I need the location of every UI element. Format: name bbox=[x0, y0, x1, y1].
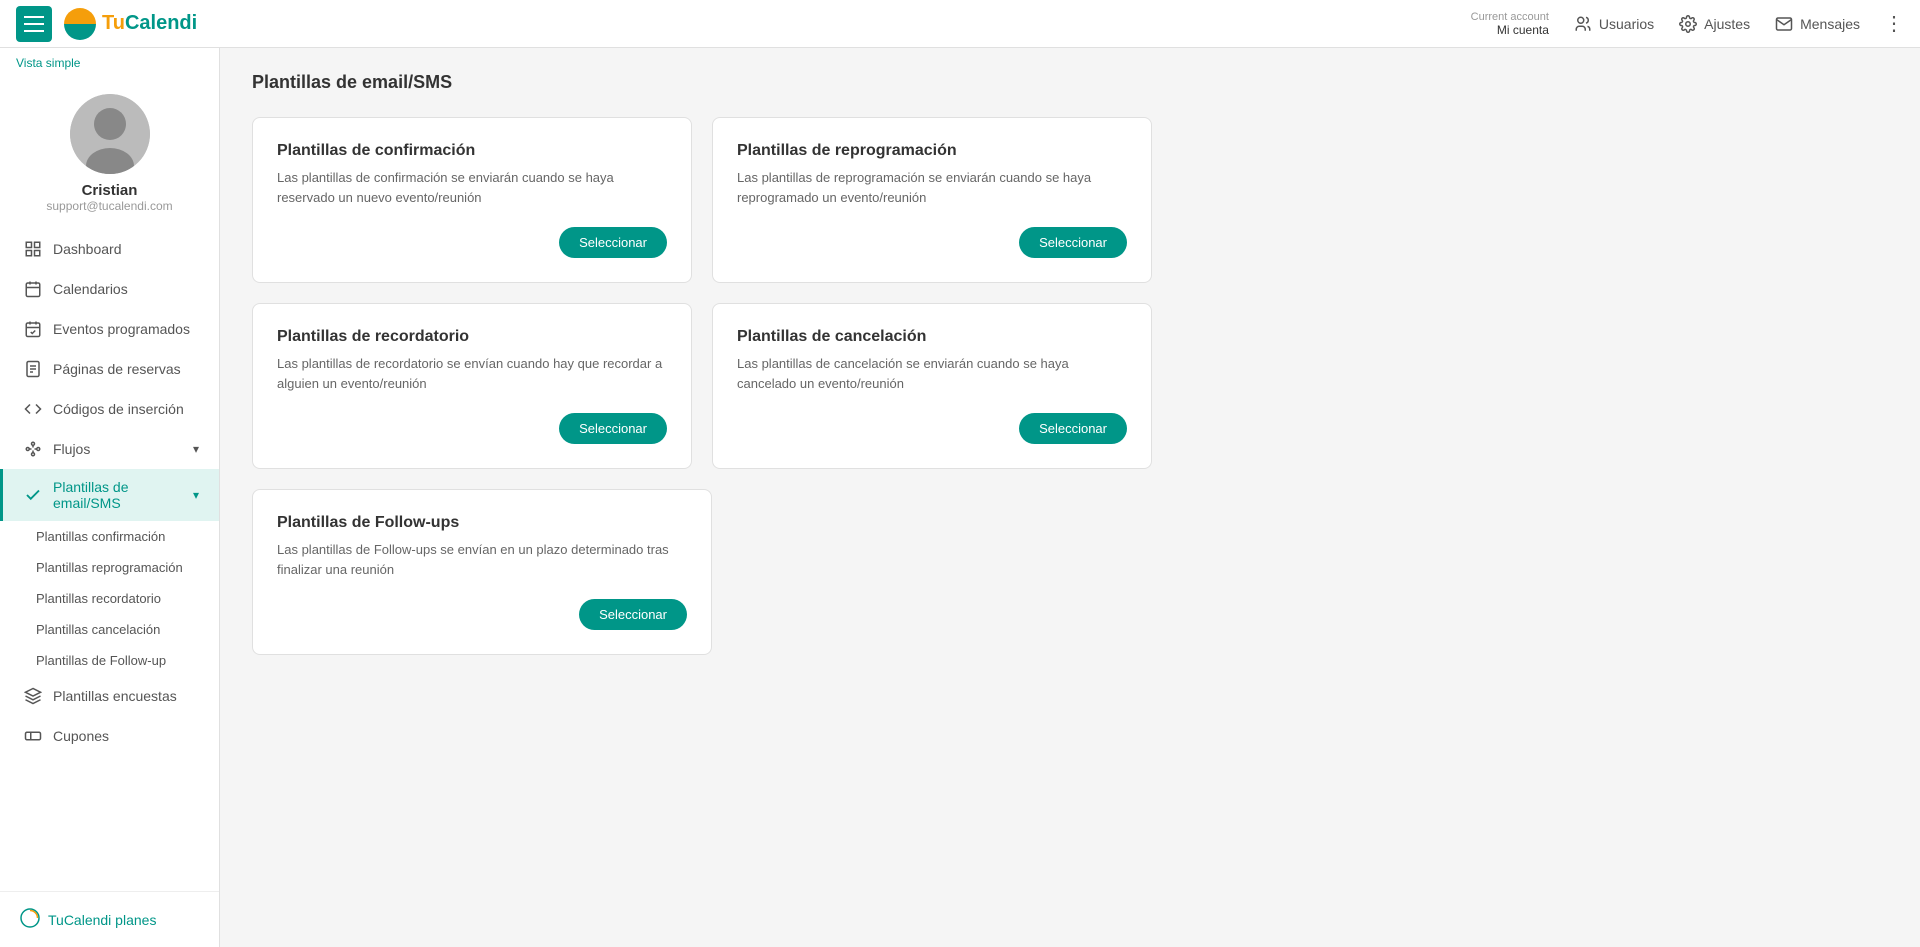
card-confirmacion-desc: Las plantillas de confirmación se enviar… bbox=[277, 168, 667, 207]
followup-card-container: Plantillas de Follow-ups Las plantillas … bbox=[252, 489, 712, 655]
page-icon bbox=[23, 359, 43, 379]
nav-right: Current account Mi cuenta Usuarios Ajust… bbox=[1471, 11, 1904, 37]
logo-icon bbox=[64, 8, 96, 40]
main-content: Plantillas de email/SMS Plantillas de co… bbox=[220, 48, 1920, 947]
card-cancelacion-desc: Las plantillas de cancelación se enviará… bbox=[737, 354, 1127, 393]
template-cards-grid: Plantillas de confirmación Las plantilla… bbox=[252, 117, 1152, 469]
card-reprogramacion-actions: Seleccionar bbox=[737, 227, 1127, 258]
plantillas-subnav: Plantillas confirmación Plantillas repro… bbox=[0, 521, 219, 676]
users-icon bbox=[1573, 14, 1593, 34]
sidebar-item-cupones[interactable]: Cupones bbox=[0, 716, 219, 756]
sidebar: Vista simple Cristian support@tucalendi.… bbox=[0, 48, 220, 947]
sidebar-item-paginas[interactable]: Páginas de reservas bbox=[0, 349, 219, 389]
card-cancelacion: Plantillas de cancelación Las plantillas… bbox=[712, 303, 1152, 469]
gear-icon bbox=[1678, 14, 1698, 34]
flujos-chevron-icon: ▾ bbox=[193, 442, 199, 456]
dashboard-icon bbox=[23, 239, 43, 259]
subnav-followup[interactable]: Plantillas de Follow-up bbox=[0, 645, 219, 676]
logo-text: TuCalendi bbox=[102, 12, 197, 35]
card-followup-title: Plantillas de Follow-ups bbox=[277, 514, 687, 532]
subnav-recordatorio[interactable]: Plantillas recordatorio bbox=[0, 583, 219, 614]
account-name: Mi cuenta bbox=[1471, 23, 1549, 37]
mensajes-label: Mensajes bbox=[1800, 16, 1860, 32]
flujos-label: Flujos bbox=[53, 441, 90, 457]
coupon-icon bbox=[23, 726, 43, 746]
sidebar-item-calendarios[interactable]: Calendarios bbox=[0, 269, 219, 309]
plans-logo-icon bbox=[20, 908, 40, 931]
plantillas-chevron-icon: ▾ bbox=[193, 488, 199, 502]
sidebar-profile: Cristian support@tucalendi.com bbox=[0, 70, 219, 229]
subnav-reprogramacion[interactable]: Plantillas reprogramación bbox=[0, 552, 219, 583]
plantillas-label: Plantillas de email/SMS bbox=[53, 479, 183, 511]
sidebar-item-dashboard[interactable]: Dashboard bbox=[0, 229, 219, 269]
card-followup: Plantillas de Follow-ups Las plantillas … bbox=[252, 489, 712, 655]
account-info[interactable]: Current account Mi cuenta bbox=[1471, 11, 1549, 37]
encuestas-label: Plantillas encuestas bbox=[53, 688, 177, 704]
subnav-cancelacion[interactable]: Plantillas cancelación bbox=[0, 614, 219, 645]
cupones-label: Cupones bbox=[53, 728, 109, 744]
card-recordatorio-actions: Seleccionar bbox=[277, 413, 667, 444]
tucalendi-plans-link[interactable]: TuCalendi planes bbox=[20, 908, 199, 931]
nav-item-usuarios[interactable]: Usuarios bbox=[1573, 14, 1654, 34]
nav-item-ajustes[interactable]: Ajustes bbox=[1678, 14, 1750, 34]
logo: TuCalendi bbox=[64, 8, 197, 40]
codigos-label: Códigos de inserción bbox=[53, 401, 184, 417]
sidebar-item-plantillas[interactable]: Plantillas de email/SMS ▾ bbox=[0, 469, 219, 521]
cancelacion-select-button[interactable]: Seleccionar bbox=[1019, 413, 1127, 444]
card-confirmacion-actions: Seleccionar bbox=[277, 227, 667, 258]
dashboard-label: Dashboard bbox=[53, 241, 122, 257]
card-cancelacion-title: Plantillas de cancelación bbox=[737, 328, 1127, 346]
sidebar-item-eventos[interactable]: Eventos programados bbox=[0, 309, 219, 349]
card-reprogramacion-title: Plantillas de reprogramación bbox=[737, 142, 1127, 160]
subnav-confirmacion[interactable]: Plantillas confirmación bbox=[0, 521, 219, 552]
code-icon bbox=[23, 399, 43, 419]
card-confirmacion-title: Plantillas de confirmación bbox=[277, 142, 667, 160]
layers-icon bbox=[23, 686, 43, 706]
followup-select-button[interactable]: Seleccionar bbox=[579, 599, 687, 630]
check-calendar-icon bbox=[23, 319, 43, 339]
sidebar-item-encuestas[interactable]: Plantillas encuestas bbox=[0, 676, 219, 716]
calendar-icon bbox=[23, 279, 43, 299]
calendarios-label: Calendarios bbox=[53, 281, 128, 297]
card-followup-desc: Las plantillas de Follow-ups se envían e… bbox=[277, 540, 687, 579]
eventos-label: Eventos programados bbox=[53, 321, 190, 337]
card-recordatorio: Plantillas de recordatorio Las plantilla… bbox=[252, 303, 692, 469]
app-body: Vista simple Cristian support@tucalendi.… bbox=[0, 48, 1920, 947]
flow-icon bbox=[23, 439, 43, 459]
confirmacion-select-button[interactable]: Seleccionar bbox=[559, 227, 667, 258]
card-followup-actions: Seleccionar bbox=[277, 599, 687, 630]
sidebar-item-codigos[interactable]: Códigos de inserción bbox=[0, 389, 219, 429]
card-confirmacion: Plantillas de confirmación Las plantilla… bbox=[252, 117, 692, 283]
profile-email: support@tucalendi.com bbox=[46, 199, 172, 213]
nav-left: TuCalendi bbox=[16, 6, 197, 42]
profile-name: Cristian bbox=[82, 182, 138, 199]
hamburger-button[interactable] bbox=[16, 6, 52, 42]
vista-simple-link[interactable]: Vista simple bbox=[16, 56, 80, 70]
card-recordatorio-desc: Las plantillas de recordatorio se envían… bbox=[277, 354, 667, 393]
card-reprogramacion-desc: Las plantillas de reprogramación se envi… bbox=[737, 168, 1127, 207]
more-button[interactable]: ⋮ bbox=[1884, 11, 1904, 36]
sidebar-navigation: Dashboard Calendarios Eventos programado… bbox=[0, 229, 219, 891]
avatar bbox=[70, 94, 150, 174]
plans-label: TuCalendi planes bbox=[48, 912, 156, 928]
paginas-label: Páginas de reservas bbox=[53, 361, 181, 377]
mail-icon bbox=[1774, 14, 1794, 34]
page-title: Plantillas de email/SMS bbox=[252, 72, 1888, 93]
recordatorio-select-button[interactable]: Seleccionar bbox=[559, 413, 667, 444]
card-recordatorio-title: Plantillas de recordatorio bbox=[277, 328, 667, 346]
account-label: Current account bbox=[1471, 11, 1549, 23]
card-reprogramacion: Plantillas de reprogramación Las plantil… bbox=[712, 117, 1152, 283]
reprogramacion-select-button[interactable]: Seleccionar bbox=[1019, 227, 1127, 258]
card-cancelacion-actions: Seleccionar bbox=[737, 413, 1127, 444]
nav-item-mensajes[interactable]: Mensajes bbox=[1774, 14, 1860, 34]
sidebar-item-flujos[interactable]: Flujos ▾ bbox=[0, 429, 219, 469]
sidebar-bottom: TuCalendi planes bbox=[0, 891, 219, 947]
check-icon bbox=[23, 485, 43, 505]
ajustes-label: Ajustes bbox=[1704, 16, 1750, 32]
usuarios-label: Usuarios bbox=[1599, 16, 1654, 32]
top-navigation: TuCalendi Current account Mi cuenta Usua… bbox=[0, 0, 1920, 48]
